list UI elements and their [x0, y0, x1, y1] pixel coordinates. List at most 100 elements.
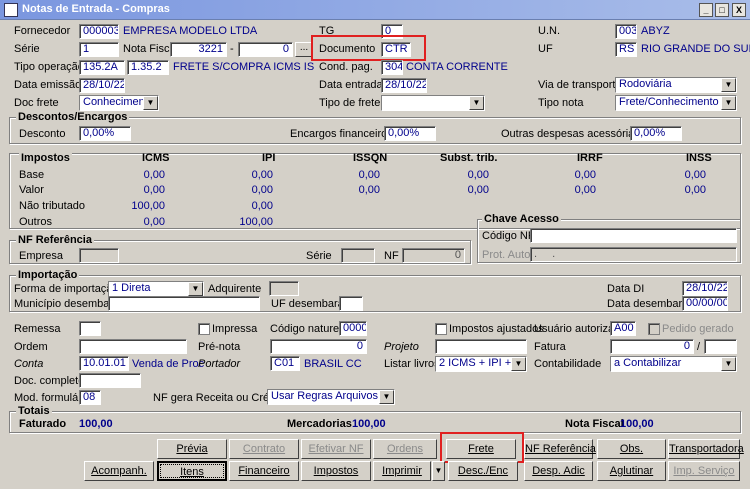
projeto-label: Projeto: [384, 341, 419, 353]
nf-ref-serie-label: Série: [306, 250, 332, 262]
documento-highlight: [311, 35, 426, 61]
maximize-button[interactable]: □: [715, 3, 729, 17]
data-entrada-field[interactable]: 28/10/22: [381, 78, 427, 93]
portador-field[interactable]: C01: [270, 356, 300, 371]
prot-autor-label: Prot. Autor.: [482, 249, 537, 261]
usuario-autorizado-field[interactable]: A00: [610, 321, 636, 336]
remessa-field[interactable]: [79, 321, 101, 336]
conta-desc: Venda de Proc: [132, 358, 205, 370]
tipo-nota-select[interactable]: Frete/Conhecimento ▼: [615, 95, 737, 111]
cond-pag-field[interactable]: 304: [381, 60, 403, 75]
empresa-label: Empresa: [19, 250, 64, 262]
conta-field[interactable]: 10.01.01: [79, 356, 129, 371]
chevron-down-icon[interactable]: ▼: [721, 357, 736, 371]
base-inss: 0,00: [684, 169, 706, 181]
fornecedor-code-field[interactable]: 000003: [79, 24, 119, 39]
impressa-checkbox[interactable]: [198, 323, 210, 335]
itens-button[interactable]: Itens: [157, 461, 227, 481]
ordem-label: Ordem: [14, 341, 48, 353]
aglutinar-button[interactable]: Aglutinar: [597, 461, 666, 481]
desc-enc-button[interactable]: Desc./Enc: [448, 461, 518, 481]
mod-formulario-field[interactable]: 08: [79, 390, 101, 405]
mercadorias-label: Mercadorias: [287, 418, 352, 430]
financeiro-button[interactable]: Financeiro: [229, 461, 299, 481]
fatura-field[interactable]: 0: [610, 339, 694, 354]
faturado-label: Faturado: [19, 418, 67, 430]
window-title: Notas de Entrada - Compras: [22, 3, 170, 15]
chevron-down-icon[interactable]: ▼: [143, 96, 158, 110]
impostos-ajustados-checkbox[interactable]: [435, 323, 447, 335]
contrato-button[interactable]: Contrato: [229, 439, 299, 459]
chevron-down-icon[interactable]: ▼: [379, 390, 394, 404]
imprimir-dropdown-icon[interactable]: ▼: [432, 461, 445, 481]
uf-name: RIO GRANDE DO SUL: [641, 43, 750, 55]
base-subst-trib: 0,00: [467, 169, 489, 181]
row-label-valor: Valor: [19, 184, 44, 196]
listar-livros-select[interactable]: 2 ICMS + IPI + ISS ▼: [435, 356, 527, 372]
chevron-down-icon[interactable]: ▼: [511, 357, 526, 371]
projeto-field[interactable]: [435, 339, 527, 354]
uf-label: UF: [538, 43, 553, 55]
un-code-field[interactable]: 003: [615, 24, 637, 39]
impostos-ajustados-label: Impostos ajustados: [449, 323, 544, 335]
via-transporte-select[interactable]: Rodoviária ▼: [615, 77, 737, 93]
adquirente-label: Adquirente: [208, 283, 262, 295]
doc-frete-select[interactable]: Conhecimento ▼: [79, 95, 159, 111]
outras-despesas-field[interactable]: 0,00%: [630, 126, 682, 141]
nf-gera-select[interactable]: Usar Regras Arquivos Legais▼: [267, 389, 395, 405]
efetivar-nf-button[interactable]: Efetivar NF: [301, 439, 371, 459]
chevron-down-icon[interactable]: ▼: [721, 96, 736, 110]
forma-importacao-select[interactable]: 1 Direta ▼: [108, 281, 204, 297]
nota-fiscal-field[interactable]: 3221: [170, 42, 227, 57]
previa-button[interactable]: Prévia: [157, 439, 227, 459]
pre-nota-field[interactable]: 0: [270, 339, 367, 354]
ordem-field[interactable]: [79, 339, 187, 354]
adquirente-field: [269, 281, 299, 296]
desp-adic-button[interactable]: Desp. Adic: [524, 461, 593, 481]
fatura-label: Fatura: [534, 341, 566, 353]
serie-field[interactable]: 1: [79, 42, 119, 57]
mercadorias-value: 100,00: [352, 418, 386, 430]
obs-button[interactable]: Obs.: [597, 439, 666, 459]
imprimir-button[interactable]: Imprimir: [373, 461, 431, 481]
tipo-operacao-code2-field[interactable]: 1.35.2: [127, 60, 169, 75]
tipo-operacao-label: Tipo operação: [14, 61, 84, 73]
minimize-button[interactable]: _: [699, 3, 713, 17]
encargos-field[interactable]: 0,00%: [384, 126, 436, 141]
impressa-label: Impressa: [212, 323, 258, 335]
fornecedor-name: EMPRESA MODELO LTDA: [123, 25, 258, 37]
forma-importacao-value: 1 Direta: [112, 282, 151, 294]
codigo-nfe-field[interactable]: [530, 228, 737, 243]
acompanh-button[interactable]: Acompanh.: [84, 461, 154, 481]
desconto-field[interactable]: 0,00%: [79, 126, 131, 141]
imp-servico-button[interactable]: Imp. Serviço: [668, 461, 740, 481]
tipo-operacao-code-field[interactable]: 135.2A: [79, 60, 125, 75]
impostos-button[interactable]: Impostos: [301, 461, 371, 481]
uf-code-field[interactable]: RS: [615, 42, 637, 57]
chevron-down-icon[interactable]: ▼: [188, 282, 203, 296]
chevron-down-icon[interactable]: ▼: [469, 96, 484, 110]
contabilidade-select[interactable]: a Contabilizar ▼: [610, 356, 737, 372]
tipo-frete-label: Tipo de frete: [319, 97, 381, 109]
transportadora-button[interactable]: Transportadora: [668, 439, 744, 459]
nf-referencia-title: NF Referência: [16, 234, 94, 246]
codigo-natureza-field[interactable]: 0000: [339, 321, 367, 336]
uf-desembaraco-field[interactable]: [339, 296, 363, 311]
nf-referencia-button[interactable]: NF Referência: [524, 439, 596, 459]
fatura-suffix-field[interactable]: [704, 339, 737, 354]
nota-fiscal-total-value: 100,00: [620, 418, 654, 430]
nota-fiscal-total-label: Nota Fiscal: [565, 418, 624, 430]
base-irrf: 0,00: [574, 169, 596, 181]
close-button[interactable]: X: [732, 3, 746, 17]
data-emissao-field[interactable]: 28/10/22: [79, 78, 125, 93]
nota-fiscal-separator: -: [230, 43, 234, 55]
nota-fiscal-suffix-field[interactable]: 0: [238, 42, 293, 57]
tipo-frete-select[interactable]: ▼: [381, 95, 485, 111]
doc-completo-field[interactable]: [79, 373, 141, 388]
municipio-desembaraco-field[interactable]: [108, 296, 260, 311]
data-desembaraco-field[interactable]: 00/00/00: [682, 296, 728, 311]
chevron-down-icon[interactable]: ▼: [721, 78, 736, 92]
ordens-button[interactable]: Ordens: [373, 439, 437, 459]
faturado-value: 100,00: [79, 418, 113, 430]
data-di-field[interactable]: 28/10/22: [682, 281, 728, 296]
